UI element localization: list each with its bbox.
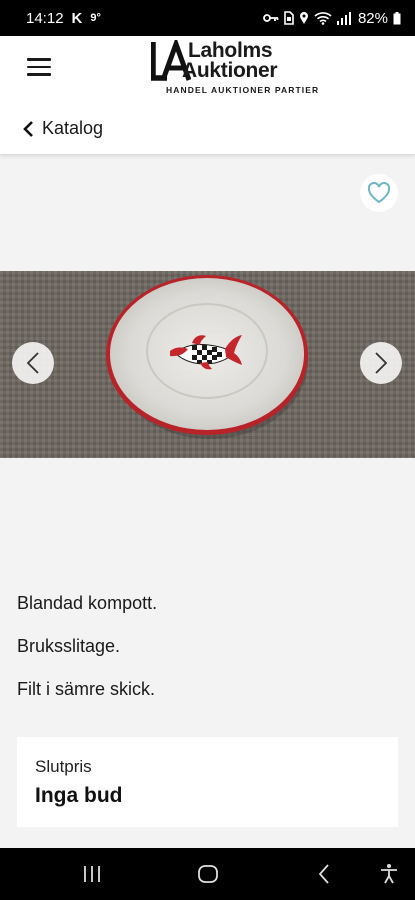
status-bar: 14:12 K 9° 82% — [0, 0, 415, 36]
description-line-3: Filt i sämre skick. — [17, 679, 156, 699]
wifi-icon — [314, 12, 332, 25]
back-label: Katalog — [42, 118, 104, 138]
chevron-left-icon — [23, 120, 33, 137]
item-photo[interactable] — [0, 271, 415, 458]
breadcrumb: Katalog — [0, 106, 415, 155]
signal-icon — [336, 11, 351, 25]
previous-image-button[interactable] — [12, 342, 54, 384]
location-icon — [299, 12, 308, 24]
status-right: 82% — [263, 10, 401, 27]
status-left: 14:12 K 9° — [26, 10, 101, 27]
final-price-value: Inga bud — [35, 784, 123, 807]
home-icon[interactable] — [196, 862, 220, 886]
accessibility-icon[interactable] — [377, 862, 401, 886]
back-icon[interactable] — [313, 862, 337, 886]
price-card: Slutpris Inga bud — [17, 737, 398, 827]
logo-text-line2: Auktioner — [182, 59, 278, 82]
android-nav-bar — [0, 848, 415, 900]
chevron-left-icon — [26, 352, 39, 374]
site-header: Laholms Auktioner HANDEL AUKTIONER PARTI… — [0, 36, 415, 106]
favorite-button[interactable] — [360, 174, 398, 212]
recents-icon[interactable] — [80, 862, 104, 886]
description-line-1: Blandad kompott. — [17, 593, 158, 613]
chevron-right-icon — [375, 352, 388, 374]
hamburger-menu-icon[interactable] — [27, 58, 51, 76]
plate-photo — [0, 271, 415, 458]
site-logo[interactable]: Laholms Auktioner HANDEL AUKTIONER PARTI… — [151, 39, 321, 99]
final-price-label: Slutpris — [35, 757, 92, 776]
next-image-button[interactable] — [360, 342, 402, 384]
status-temperature: 9° — [90, 12, 101, 24]
description-line-2: Bruksslitage. — [17, 636, 121, 656]
battery-percent: 82% — [357, 9, 388, 27]
sim-icon — [284, 11, 294, 25]
back-to-catalog-link[interactable]: Katalog — [22, 118, 103, 139]
status-carrier: K — [71, 9, 83, 27]
logo-tagline: HANDEL AUKTIONER PARTIER — [166, 85, 320, 95]
status-time: 14:12 — [26, 9, 64, 27]
key-icon — [263, 14, 279, 22]
battery-icon — [393, 11, 401, 24]
heart-icon — [367, 182, 391, 204]
